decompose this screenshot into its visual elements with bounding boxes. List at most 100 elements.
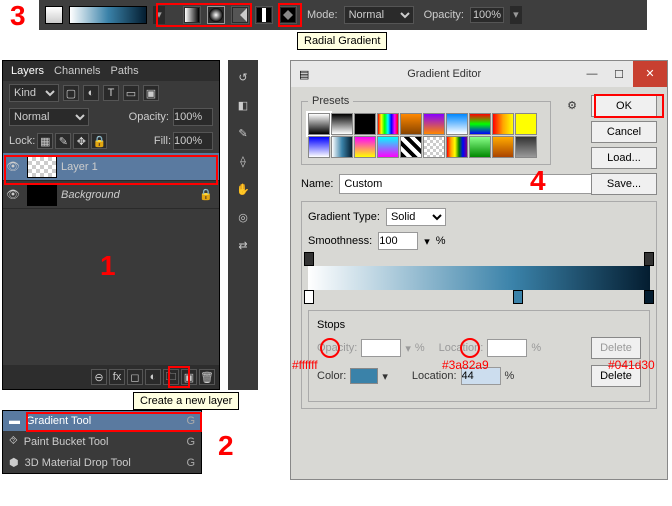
material-icon: ⬢ bbox=[9, 456, 19, 469]
preset-swatch[interactable] bbox=[377, 113, 399, 135]
flyout-3d-material[interactable]: ⬢ 3D Material Drop Tool G bbox=[3, 452, 201, 473]
presets-grid bbox=[308, 113, 544, 158]
layer-row-background[interactable]: 👁 Background 🔒 bbox=[3, 181, 219, 209]
stop-color-label: Color: bbox=[317, 370, 346, 382]
preset-swatch[interactable] bbox=[354, 113, 376, 135]
smoothness-input[interactable] bbox=[378, 232, 418, 250]
tab-channels[interactable]: Channels bbox=[54, 65, 100, 77]
opacity-stop-left[interactable] bbox=[304, 252, 314, 266]
filter-pixel-icon[interactable]: ▢ bbox=[63, 85, 79, 101]
preset-swatch[interactable] bbox=[354, 136, 376, 158]
lock-icon: 🔒 bbox=[199, 188, 213, 201]
title-bar[interactable]: ▤ Gradient Editor — ☐ ✕ bbox=[291, 61, 667, 87]
name-label: Name: bbox=[301, 178, 333, 190]
gradient-type-label: Gradient Type: bbox=[308, 211, 380, 223]
gradient-type-select[interactable]: Solid bbox=[386, 208, 446, 226]
preset-swatch[interactable] bbox=[400, 113, 422, 135]
preset-swatch[interactable] bbox=[308, 136, 330, 158]
preset-swatch[interactable] bbox=[446, 113, 468, 135]
color-swatch[interactable] bbox=[350, 368, 378, 384]
delete-opacity-stop: Delete bbox=[591, 337, 641, 359]
filter-smart-icon[interactable]: ▣ bbox=[143, 85, 159, 101]
layer-blend-select[interactable]: Normal bbox=[9, 108, 89, 126]
flyout-label: 3D Material Drop Tool bbox=[25, 457, 131, 469]
load-button[interactable]: Load... bbox=[591, 147, 657, 169]
dialog-title: Gradient Editor bbox=[309, 68, 579, 80]
adjustment-layer-icon[interactable]: ◐ bbox=[145, 369, 161, 385]
maximize-button[interactable]: ☐ bbox=[605, 68, 633, 81]
link-layers-icon[interactable]: ⊖ bbox=[91, 369, 107, 385]
shortcut: G bbox=[186, 436, 195, 448]
tab-paths[interactable]: Paths bbox=[111, 65, 139, 77]
foreground-swatch[interactable] bbox=[45, 6, 63, 24]
cc-icon[interactable]: ◎ bbox=[232, 206, 254, 228]
fill-input[interactable] bbox=[173, 132, 213, 150]
lock-pixels-icon[interactable]: ✎ bbox=[55, 133, 71, 149]
layer-mask-icon[interactable]: ◻ bbox=[127, 369, 143, 385]
minimize-button[interactable]: — bbox=[579, 68, 605, 80]
preset-swatch[interactable] bbox=[331, 136, 353, 158]
hand-icon[interactable]: ✋ bbox=[232, 178, 254, 200]
gradient-bar[interactable] bbox=[308, 266, 650, 290]
opacity-label: Opacity: bbox=[424, 9, 464, 21]
preset-swatch[interactable] bbox=[423, 113, 445, 135]
filter-type-icon[interactable]: T bbox=[103, 85, 119, 101]
color-stop-2[interactable] bbox=[513, 290, 523, 304]
clone-icon[interactable]: ⟠ bbox=[232, 150, 254, 172]
close-button[interactable]: ✕ bbox=[633, 61, 667, 87]
preset-swatch[interactable] bbox=[469, 136, 491, 158]
kind-filter[interactable]: Kind bbox=[9, 84, 59, 102]
preset-swatch[interactable] bbox=[469, 113, 491, 135]
history-brush-icon[interactable]: ↺ bbox=[232, 66, 254, 88]
gradient-preview[interactable] bbox=[69, 6, 147, 24]
filter-shape-icon[interactable]: ▭ bbox=[123, 85, 139, 101]
stop-opacity-input bbox=[361, 339, 401, 357]
hex-2: #3a82a9 bbox=[442, 358, 489, 372]
presets-label: Presets bbox=[308, 95, 353, 107]
preset-swatch[interactable] bbox=[331, 113, 353, 135]
preset-swatch[interactable] bbox=[423, 136, 445, 158]
opacity-input[interactable] bbox=[470, 7, 504, 23]
redcircle-stop1 bbox=[320, 338, 340, 358]
bucket-icon: ⯑ bbox=[9, 435, 18, 448]
lock-transparent-icon[interactable]: ▦ bbox=[37, 133, 53, 149]
preset-swatch[interactable] bbox=[446, 136, 468, 158]
delete-layer-icon[interactable]: 🗑 bbox=[199, 369, 215, 385]
save-button[interactable]: Save... bbox=[591, 173, 657, 195]
swap-icon[interactable]: ⇄ bbox=[232, 234, 254, 256]
preset-swatch[interactable] bbox=[515, 136, 537, 158]
opacity-stop-right[interactable] bbox=[644, 252, 654, 266]
flyout-paint-bucket[interactable]: ⯑ Paint Bucket Tool G bbox=[3, 431, 201, 452]
filter-adjust-icon[interactable]: ◐ bbox=[83, 85, 99, 101]
lock-all-icon[interactable]: 🔒 bbox=[91, 133, 107, 149]
tab-layers[interactable]: Layers bbox=[11, 65, 44, 77]
layer-opacity-input[interactable] bbox=[173, 108, 213, 126]
gradient-options-bar: ▾ Mode: Normal Opacity: ▾ bbox=[39, 0, 647, 30]
preset-swatch[interactable] bbox=[308, 113, 330, 135]
annotation-3: 3 bbox=[10, 0, 26, 32]
preset-swatch[interactable] bbox=[492, 113, 514, 135]
blend-mode-select[interactable]: Normal bbox=[344, 6, 414, 24]
layer-fx-icon[interactable]: fx bbox=[109, 369, 125, 385]
hex-3: #041d30 bbox=[608, 358, 655, 372]
layer-thumbnail[interactable] bbox=[27, 184, 57, 206]
brush-icon[interactable]: ✎ bbox=[232, 122, 254, 144]
color-stop-3[interactable] bbox=[644, 290, 654, 304]
radial-gradient-tooltip: Radial Gradient bbox=[297, 32, 387, 50]
lock-position-icon[interactable]: ✥ bbox=[73, 133, 89, 149]
redbox-gradient-tool bbox=[26, 412, 202, 432]
opacity-dropdown[interactable]: ▾ bbox=[510, 6, 522, 24]
visibility-icon[interactable]: 👁 bbox=[3, 188, 23, 201]
gradient-name-input[interactable] bbox=[339, 174, 601, 194]
layer-name[interactable]: Background bbox=[61, 189, 120, 201]
preset-swatch[interactable] bbox=[492, 136, 514, 158]
preset-swatch[interactable] bbox=[515, 113, 537, 135]
cancel-button[interactable]: Cancel bbox=[591, 121, 657, 143]
preset-swatch[interactable] bbox=[400, 136, 422, 158]
reflected-gradient-button[interactable] bbox=[255, 6, 273, 24]
pct-label: % bbox=[436, 235, 446, 247]
presets-menu-icon[interactable]: ⚙ bbox=[567, 99, 577, 112]
bucket-icon[interactable]: ◧ bbox=[232, 94, 254, 116]
color-stop-1[interactable] bbox=[304, 290, 314, 304]
preset-swatch[interactable] bbox=[377, 136, 399, 158]
